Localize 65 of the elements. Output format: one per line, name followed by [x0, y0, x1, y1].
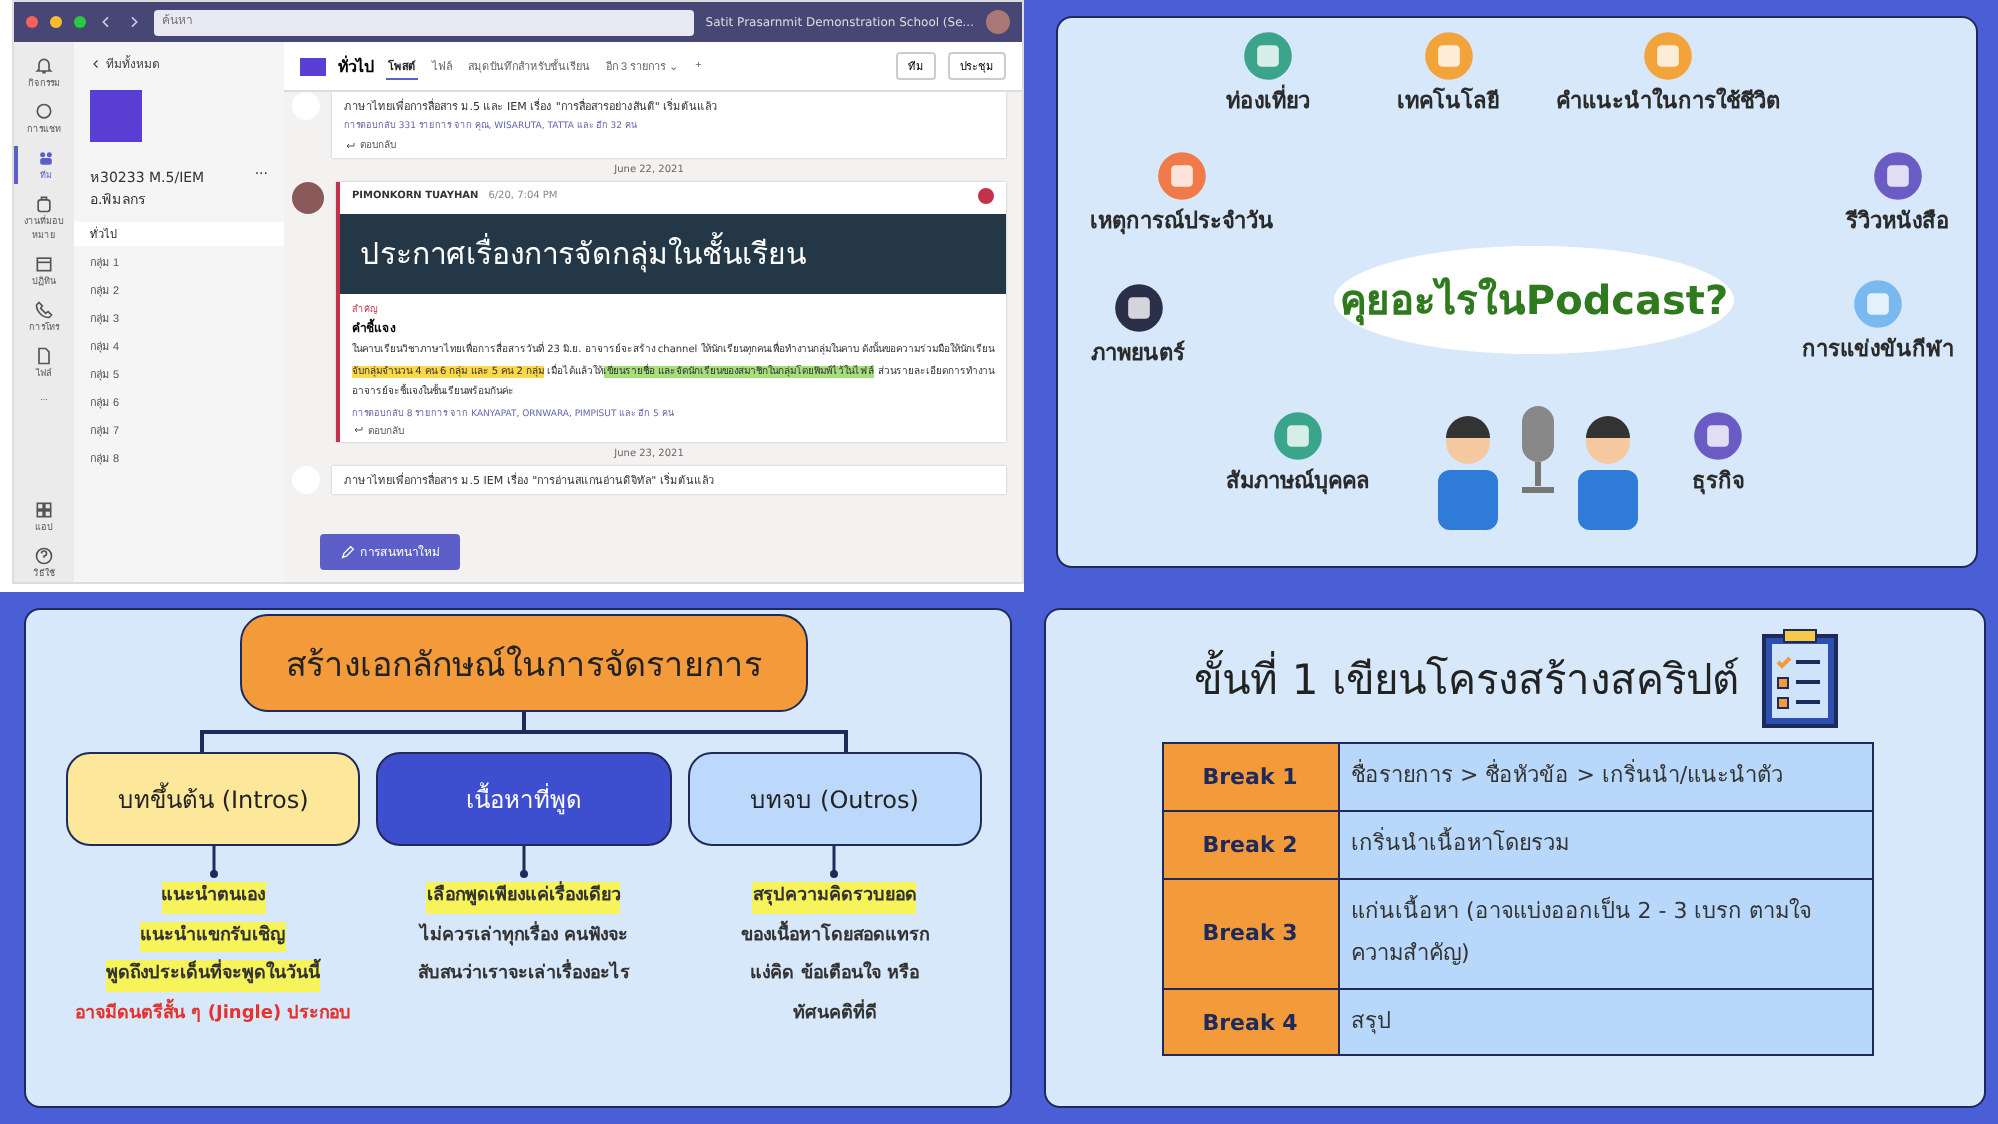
branch-box: บทจบ (Outros)	[687, 752, 982, 846]
grid-icon	[34, 500, 54, 520]
topic-label: คำแนะนำในการใช้ชีวิต	[1556, 85, 1780, 118]
table-cell: Break 2	[1162, 810, 1338, 879]
channel-title: ทั่วไป	[338, 53, 374, 79]
bell-icon	[34, 56, 54, 76]
branch-text: ไม่ควรเล่าทุกเรื่อง คนฟังจะ	[419, 921, 629, 950]
chevron-icon	[90, 58, 102, 71]
people-icon	[36, 148, 56, 168]
table-cell: แก่นเนื้อหา (อาจแบ่งออกเป็น 2 - 3 เบรก ตามใจความสำคัญ)	[1338, 878, 1872, 989]
branch-box: เนื้อหาที่พูด	[376, 752, 672, 846]
chat-bubble-icon	[34, 102, 54, 122]
team-logo	[90, 90, 142, 142]
slide-title: ขั้นที่ 1 เขียนโครงสร้างสคริปต์	[1194, 645, 1740, 711]
topic-label: ท่องเที่ยว	[1226, 82, 1310, 118]
branch-text: อาจมีดนตรีสั้น ๆ (Jingle) ประกอบ	[75, 999, 352, 1030]
reply-arrow-icon	[352, 424, 364, 437]
branch-text: แนะนำตนเอง	[161, 882, 266, 913]
topic-label: สัมภาษณ์บุคคล	[1226, 466, 1370, 498]
connector-line	[209, 846, 218, 878]
connector-line	[519, 846, 528, 878]
pencil-icon	[340, 544, 356, 561]
table-cell: Break 3	[1162, 878, 1338, 989]
table-cell: ชื่อรายการ > ชื่อหัวข้อ > เกริ่นนำ/แนะนำตัว	[1338, 743, 1872, 811]
announcement-banner: ประกาศเรื่องการจัดกลุ่มในชั้นเรียน	[340, 214, 1006, 294]
table-cell: เกริ่นนำเนื้อหาโดยรวม	[1338, 810, 1872, 879]
important-icon	[978, 188, 994, 204]
topic-label: ธุรกิจ	[1692, 466, 1744, 498]
round-emblem-icon	[1112, 282, 1164, 334]
connector-line	[830, 846, 839, 878]
calendar-icon	[34, 254, 54, 274]
branch-box: บทขึ้นต้น (Intros)	[66, 752, 361, 846]
avatar	[292, 182, 324, 214]
reply-arrow-icon	[344, 139, 356, 152]
round-emblem-icon	[1272, 410, 1324, 462]
branch-text: ของเนื้อหาโดยสอดแทรก	[740, 921, 929, 952]
phone-icon	[34, 300, 54, 320]
round-emblem-icon	[1156, 150, 1208, 202]
round-emblem-icon	[1422, 30, 1474, 82]
topic-label: เทคโนโลยี	[1397, 85, 1499, 118]
clipboard-checklist-icon	[1759, 626, 1840, 730]
round-emblem-icon	[1852, 278, 1904, 330]
file-icon	[34, 346, 54, 366]
branch-text: แง่คิด ข้อเตือนใจ หรือ	[750, 960, 919, 988]
round-emblem-icon	[1242, 30, 1294, 82]
table-cell: Break 4	[1162, 988, 1338, 1056]
round-emblem-icon	[1692, 410, 1744, 462]
branch-text: แนะนำแขกรับเชิญ	[140, 921, 287, 952]
topic-label: รีวิวหนังสือ	[1846, 206, 1950, 238]
table-cell: Break 1	[1162, 743, 1338, 811]
topic-label: การแข่งขันกีฬา	[1802, 334, 1954, 366]
help-icon	[34, 546, 54, 566]
title-box: สร้างเอกลักษณ์ในการจัดรายการ	[240, 614, 808, 712]
topic-label: ภาพยนตร์	[1091, 338, 1185, 370]
speech-bubble: คุยอะไรในPodcast?	[1334, 246, 1734, 354]
branch-text: สรุปความคิดรวบยอด	[752, 882, 917, 913]
branch-text: สับสนว่าเราจะเล่าเรื่องอะไร	[417, 960, 630, 991]
round-emblem-icon	[1872, 150, 1924, 202]
branch-text: ทัศนคติที่ดี	[792, 999, 877, 1027]
table-cell: สรุป	[1338, 988, 1872, 1056]
team-logo	[300, 57, 326, 75]
branch-text: เลือกพูดเพียงแค่เรื่องเดียว	[426, 882, 621, 913]
round-emblem-icon	[1642, 30, 1694, 82]
backpack-icon	[34, 194, 54, 214]
topic-label: เหตุการณ์ประจำวัน	[1090, 206, 1274, 238]
